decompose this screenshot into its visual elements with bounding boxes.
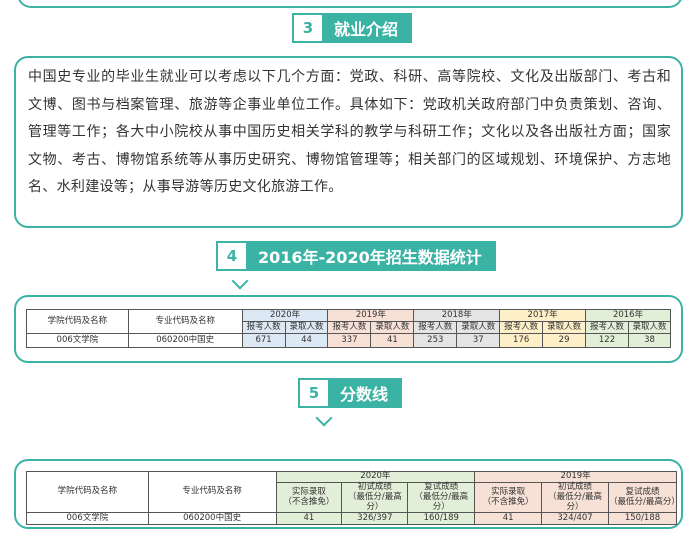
cell-value: 337 [327,333,372,348]
header-actual-admitted: 实际录取 （不含推免） [275,481,343,514]
header-major: 专业代码及名称 [147,470,277,514]
cell-college: 006文学院 [26,333,129,348]
header-admitted: 录取人数 [284,321,329,334]
cell-value: 671 [241,333,286,348]
section-title: 就业介绍 [334,20,399,39]
cell-major: 060200中国史 [147,512,277,526]
header-applicants: 报考人数 [327,321,372,334]
cell-value: 150/188 [608,512,677,526]
employment-intro-box: 中国史专业的毕业生就业可以考虑以下几个方面：党政、科研、高等院校、文化及出版部门… [14,56,683,228]
section-title: 分数线 [340,385,389,404]
score-line-table: 学院代码及名称 专业代码及名称 2020年 2019年 实际录取 （不含推免） … [26,470,680,526]
section-header-admission-stats: 4 2016年-2020年招生数据统计 [216,241,496,271]
header-first-exam: 初试成绩 （最低分/最高分） [541,481,610,514]
header-first-exam: 初试成绩 （最低分/最高分） [341,481,409,514]
cell-value: 160/189 [407,512,476,526]
header-year: 2019年 [474,471,677,483]
header-year: 2020年 [275,471,476,483]
cell-value: 37 [456,333,501,348]
header-year: 2018年 [413,309,501,322]
cell-value: 253 [413,333,458,348]
section-number: 5 [300,380,328,406]
header-admitted: 录取人数 [370,321,415,334]
header-major: 专业代码及名称 [127,309,243,334]
header-admitted: 录取人数 [456,321,501,334]
cell-value: 122 [585,333,629,348]
header-applicants: 报考人数 [241,321,286,334]
header-admitted: 录取人数 [542,321,587,334]
header-year: 2020年 [241,309,329,322]
header-applicants: 报考人数 [585,321,629,334]
header-year: 2016年 [585,309,671,322]
header-year: 2017年 [499,309,587,322]
section-title: 2016年-2020年招生数据统计 [258,248,482,267]
cell-college: 006文学院 [26,512,149,526]
cell-value: 326/397 [341,512,409,526]
section-number: 3 [294,15,322,41]
header-applicants: 报考人数 [413,321,458,334]
score-line-box: 学院代码及名称 专业代码及名称 2020年 2019年 实际录取 （不含推免） … [14,459,683,529]
section-number: 4 [218,243,246,269]
admission-stats-table: 学院代码及名称 专业代码及名称 2020年 2019年 2018年 2017年 … [26,309,672,348]
cell-value: 38 [627,333,672,348]
cell-major: 060200中国史 [127,333,243,348]
header-college: 学院代码及名称 [26,470,149,514]
section-header-score-line: 5 分数线 [298,378,403,408]
header-year: 2019年 [327,309,415,322]
header-second-exam: 复试成绩 （最低分/最高分） [407,481,476,514]
cell-value: 41 [275,512,343,526]
cell-value: 41 [370,333,415,348]
chevron-down-icon [315,409,333,427]
header-college: 学院代码及名称 [26,309,129,334]
cell-value: 41 [474,512,543,526]
admission-stats-box: 学院代码及名称 专业代码及名称 2020年 2019年 2018年 2017年 … [14,295,683,363]
cell-value: 176 [499,333,544,348]
header-actual-admitted: 实际录取 （不含推免） [474,481,543,514]
cell-value: 44 [284,333,329,348]
header-applicants: 报考人数 [499,321,544,334]
previous-section-box-bottom [17,0,683,8]
cell-value: 29 [542,333,587,348]
chevron-down-icon [231,272,249,290]
header-admitted: 录取人数 [627,321,672,334]
header-second-exam: 复试成绩 （最低分/最高分） [608,481,680,514]
cell-value: 324/407 [541,512,610,526]
section-header-employment: 3 就业介绍 [292,13,413,43]
employment-paragraph: 中国史专业的毕业生就业可以考虑以下几个方面：党政、科研、高等院校、文化及出版部门… [28,69,671,195]
